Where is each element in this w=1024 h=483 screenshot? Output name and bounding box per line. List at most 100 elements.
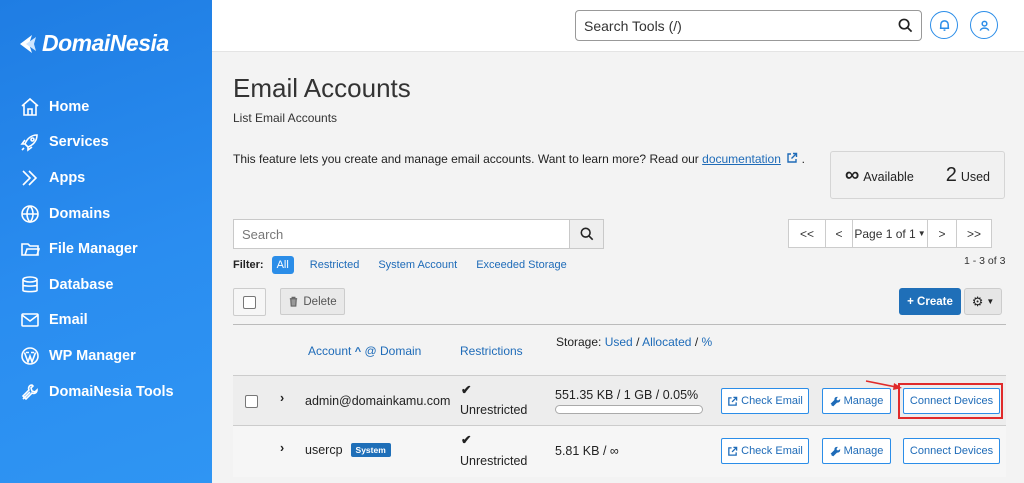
account-email: admin@domainkamu.com [305, 394, 451, 408]
manage-label: Manage [843, 445, 884, 457]
delete-button[interactable]: Delete [280, 288, 345, 315]
account-search: Search [233, 219, 604, 249]
filter-system-account[interactable]: System Account [378, 259, 457, 271]
available-label: Available [863, 169, 914, 184]
used-stat: 2 Used [946, 164, 990, 187]
first-page-button[interactable]: << [788, 219, 826, 248]
page-select[interactable]: Page 1 of 1 ▼ [852, 219, 928, 248]
external-link-icon[interactable] [786, 152, 798, 164]
expand-chevron-icon[interactable]: › [280, 391, 284, 405]
wordpress-icon [20, 346, 40, 366]
sidebar-item-apps[interactable]: Apps [0, 160, 212, 196]
external-link-icon [728, 446, 738, 456]
table-divider [233, 324, 1006, 325]
check-email-button[interactable]: Check Email [721, 388, 809, 414]
next-page-button[interactable]: > [927, 219, 957, 248]
tools-icon [20, 382, 40, 402]
account-search-input[interactable]: Search [234, 220, 569, 248]
account-name: usercp [305, 443, 343, 457]
wrench-icon [830, 446, 840, 456]
system-badge: System [350, 443, 391, 457]
column-storage-percent[interactable]: % [702, 335, 713, 349]
expand-chevron-icon[interactable]: › [280, 441, 284, 455]
sidebar-item-domains[interactable]: Domains [0, 196, 212, 232]
sidebar-item-label: Email [49, 312, 88, 329]
filter-restricted[interactable]: Restricted [310, 259, 360, 271]
user-icon [979, 20, 989, 31]
check-icon: ✔ [461, 383, 472, 397]
available-stat: ∞ Available [845, 164, 914, 187]
sidebar-item-label: Database [49, 276, 114, 293]
bell-icon [939, 19, 949, 31]
column-storage-sep: / [694, 335, 699, 349]
sidebar-item-label: Apps [49, 169, 86, 186]
column-storage-sep: / [636, 335, 640, 349]
storage-usage: 5.81 KB / ∞ [555, 444, 619, 458]
sidebar-item-services[interactable]: Services [0, 125, 212, 161]
globe-icon [20, 204, 40, 224]
connect-devices-button[interactable]: Connect Devices [903, 438, 1000, 464]
apps-icon [20, 168, 40, 188]
sidebar-item-database[interactable]: Database [0, 267, 212, 303]
documentation-link[interactable]: documentation [702, 152, 781, 166]
sidebar-item-email[interactable]: Email [0, 303, 212, 339]
account-search-button[interactable] [569, 220, 603, 248]
search-tools-input[interactable]: Search Tools (/) [575, 10, 922, 41]
manage-button[interactable]: Manage [822, 438, 891, 464]
filter-bar: Filter: All Restricted System Account Ex… [233, 256, 586, 274]
select-all-button[interactable] [233, 288, 266, 316]
top-bar: Search Tools (/) [212, 0, 1024, 52]
pagination: << < Page 1 of 1 ▼ > >> [788, 219, 992, 248]
filter-label: Filter: [233, 259, 264, 271]
sidebar-item-label: WP Manager [49, 347, 136, 364]
table-row: › usercp System ✔ Unrestricted 5.81 KB / … [233, 426, 1006, 477]
page-subtitle: List Email Accounts [233, 111, 338, 125]
user-profile-button[interactable] [970, 11, 998, 39]
sidebar-item-label: Domains [49, 205, 111, 222]
settings-dropdown-button[interactable]: ⚙ ▼ [964, 288, 1002, 315]
caret-down-icon: ▼ [986, 297, 995, 306]
column-storage-prefix: Storage: [556, 335, 602, 349]
search-tools-placeholder: Search Tools (/) [584, 17, 682, 34]
brand-logo[interactable]: DomaiNesia [18, 30, 169, 57]
check-email-button[interactable]: Check Email [721, 438, 809, 464]
intro-sentence: This feature lets you create and manage … [233, 152, 703, 166]
gear-icon: ⚙ [971, 293, 984, 309]
sidebar-item-wp-manager[interactable]: WP Manager [0, 338, 212, 374]
rocket-icon [20, 132, 40, 152]
used-value: 2 [945, 163, 957, 186]
intro-text: This feature lets you create and manage … [233, 152, 805, 166]
logo-icon [20, 34, 36, 53]
column-storage-used[interactable]: Used [605, 335, 633, 349]
sort-up-icon: ^ [354, 346, 362, 358]
delete-label: Delete [303, 295, 337, 308]
restriction-status[interactable]: Unrestricted [460, 403, 527, 417]
intro-end: . [801, 152, 805, 166]
column-storage-allocated[interactable]: Allocated [642, 335, 691, 349]
notifications-button[interactable] [930, 11, 958, 39]
annotation-arrow [865, 380, 902, 390]
page-select-label: Page 1 of 1 [854, 226, 916, 241]
sidebar-item-home[interactable]: Home [0, 89, 212, 125]
column-restrictions[interactable]: Restrictions [460, 344, 523, 358]
brand-name: DomaiNesia [42, 30, 169, 56]
caret-down-icon: ▼ [917, 229, 926, 238]
sidebar-item-file-manager[interactable]: File Manager [0, 231, 212, 267]
last-page-button[interactable]: >> [956, 219, 992, 248]
create-button[interactable]: + Create [899, 288, 961, 315]
column-account[interactable]: Account ^ @ Domain [308, 344, 421, 358]
prev-page-button[interactable]: < [825, 219, 853, 248]
check-email-label: Check Email [741, 445, 803, 457]
database-icon [20, 275, 40, 295]
restriction-status: Unrestricted [460, 454, 528, 468]
row-checkbox[interactable] [245, 395, 258, 408]
filter-all[interactable]: All [271, 256, 294, 274]
page-title: Email Accounts [233, 73, 411, 103]
sidebar-nav: Home Services Apps Domains File Manager … [0, 89, 212, 409]
column-account-label: Account [308, 344, 352, 358]
sidebar-item-domainesia-tools[interactable]: DomaiNesia Tools [0, 374, 212, 410]
select-all-checkbox[interactable] [243, 295, 256, 309]
account-username: usercp System [305, 443, 391, 457]
filter-exceeded-storage[interactable]: Exceeded Storage [476, 259, 567, 271]
main-content: Email Accounts List Email Accounts This … [212, 52, 1024, 483]
